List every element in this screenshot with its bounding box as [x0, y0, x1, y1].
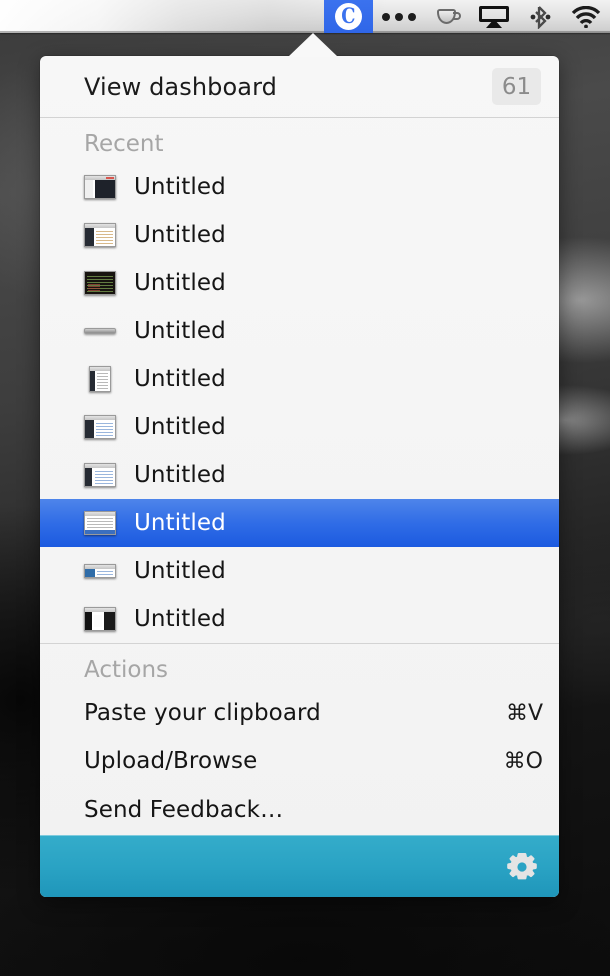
list-item-label: Untitled — [134, 414, 226, 440]
bluetooth-icon — [527, 5, 553, 29]
cloudapp-menu-icon[interactable]: C — [324, 0, 373, 33]
paste-clipboard-action[interactable]: Paste your clipboard ⌘V — [40, 689, 559, 737]
list-item-label: Untitled — [134, 222, 226, 248]
coffee-cup-icon — [434, 6, 461, 28]
wifi-menu-icon[interactable] — [562, 0, 610, 33]
gear-icon — [507, 852, 537, 879]
list-item-label: Untitled — [134, 462, 226, 488]
recent-section-label: Recent — [84, 131, 164, 157]
screenshot-thumbnail-icon — [84, 366, 116, 392]
cloudapp-dropdown-panel: View dashboard 61 Recent Untitled Untitl… — [40, 56, 559, 897]
list-item[interactable]: Untitled — [40, 259, 559, 307]
mac-menu-bar: C — [0, 0, 610, 33]
list-item-label: Untitled — [134, 558, 226, 584]
screenshot-thumbnail-icon — [84, 510, 116, 536]
list-item-label: Untitled — [134, 270, 226, 296]
list-item-selected[interactable]: Untitled — [40, 499, 559, 547]
menu-pointer-arrow — [288, 33, 338, 57]
list-item[interactable]: Untitled — [40, 403, 559, 451]
airplay-menu-icon[interactable] — [470, 0, 518, 33]
action-label: Paste your clipboard — [84, 700, 321, 726]
action-shortcut: ⌘V — [505, 700, 543, 726]
list-item[interactable]: Untitled — [40, 451, 559, 499]
list-item-label: Untitled — [134, 318, 226, 344]
screenshot-thumbnail-icon — [84, 462, 116, 488]
list-item[interactable]: Untitled — [40, 595, 559, 643]
screenshot-thumbnail-icon — [84, 270, 116, 296]
list-item-label: Untitled — [134, 510, 226, 536]
send-feedback-action[interactable]: Send Feedback… — [40, 785, 559, 835]
status-badge: 61 — [492, 68, 541, 105]
screenshot-thumbnail-icon — [84, 558, 116, 584]
wifi-icon — [571, 5, 601, 28]
screenshot-thumbnail-icon — [84, 606, 116, 632]
cloudapp-logo-letter: C — [341, 3, 356, 28]
list-item[interactable]: Untitled — [40, 211, 559, 259]
list-item[interactable]: Untitled — [40, 163, 559, 211]
three-dots-icon — [382, 12, 416, 21]
screenshot-thumbnail-icon — [84, 318, 116, 344]
screenshot-thumbnail-icon — [84, 222, 116, 248]
caffeine-menu-icon[interactable] — [425, 0, 470, 33]
action-label: Upload/Browse — [84, 748, 258, 774]
upload-browse-action[interactable]: Upload/Browse ⌘O — [40, 737, 559, 785]
page-title: View dashboard — [84, 72, 277, 101]
action-shortcut: ⌘O — [503, 748, 543, 774]
cloudapp-logo-icon: C — [335, 3, 362, 30]
action-label: Send Feedback… — [84, 797, 284, 823]
actions-section-label: Actions — [84, 657, 169, 683]
dots-menu-icon[interactable] — [373, 0, 425, 33]
list-item-label: Untitled — [134, 366, 226, 392]
view-dashboard-row[interactable]: View dashboard 61 — [40, 56, 559, 117]
list-item-label: Untitled — [134, 174, 226, 200]
settings-button[interactable] — [505, 850, 539, 884]
panel-footer — [40, 835, 559, 897]
list-item[interactable]: Untitled — [40, 547, 559, 595]
airplay-icon — [479, 5, 509, 28]
screenshot-thumbnail-icon — [84, 414, 116, 440]
screenshot-thumbnail-icon — [84, 174, 116, 200]
bluetooth-menu-icon[interactable] — [518, 0, 562, 33]
list-item-label: Untitled — [134, 606, 226, 632]
list-item[interactable]: Untitled — [40, 307, 559, 355]
list-item[interactable]: Untitled — [40, 355, 559, 403]
